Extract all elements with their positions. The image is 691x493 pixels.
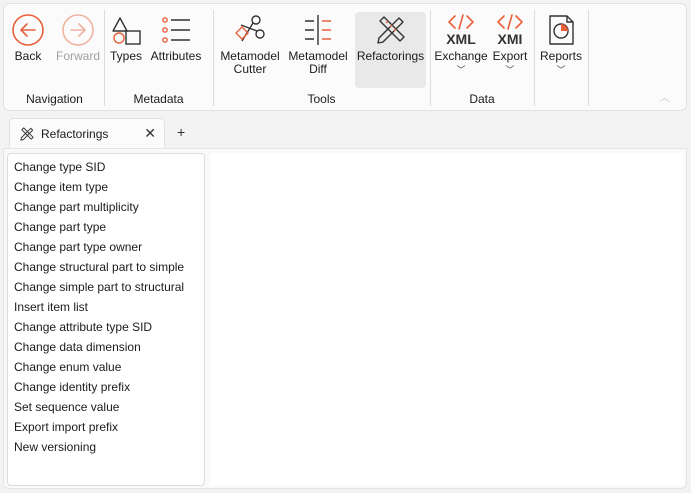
back-button[interactable]: Back [10, 12, 46, 63]
diff-icon [300, 12, 336, 48]
attributes-button[interactable]: Attributes [148, 12, 204, 63]
data-group-label: Data [469, 92, 495, 106]
list-item[interactable]: New versioning [8, 437, 204, 457]
export-label: Export [492, 49, 528, 63]
reports-button[interactable]: Reports ﹀ [540, 12, 582, 77]
forward-button[interactable]: Forward [54, 12, 102, 63]
list-item[interactable]: Change part type [8, 217, 204, 237]
detail-panel [210, 153, 684, 486]
metadata-group: Types Attributes Metadata [106, 8, 211, 110]
metamodel-diff-label-line2: Diff [309, 62, 327, 76]
arrow-left-circle-icon [10, 12, 46, 48]
list-item[interactable]: Change data dimension [8, 337, 204, 357]
chevron-down-icon: ﹀ [456, 65, 466, 75]
list-item[interactable]: Export import prefix [8, 417, 204, 437]
list-item[interactable]: Change item type [8, 177, 204, 197]
separator [534, 10, 535, 106]
metamodel-cutter-button[interactable]: Metamodel Cutter [219, 12, 281, 76]
exchange-button[interactable]: XML Exchange ﹀ [434, 12, 488, 77]
list-item[interactable]: Change attribute type SID [8, 317, 204, 337]
code-icon: XML [443, 12, 479, 48]
report-icon [543, 12, 579, 48]
refactorings-button[interactable]: Refactorings [355, 12, 426, 88]
navigation-group-label: Navigation [26, 92, 83, 106]
separator [430, 10, 431, 106]
shapes-icon [108, 12, 144, 48]
tools-group-label: Tools [307, 92, 336, 106]
types-label: Types [109, 49, 142, 63]
navigation-group: Back Forward Navigation [8, 8, 101, 110]
list-item[interactable]: Change identity prefix [8, 377, 204, 397]
tab-refactorings[interactable]: Refactorings ✕ [9, 118, 165, 148]
tools-group: Metamodel Cutter Metamodel Diff Refactor… [215, 8, 428, 110]
reports-group: Reports ﹀ [536, 8, 586, 110]
content-panel: Change type SID Change item type Change … [3, 148, 687, 489]
chevron-up-icon[interactable]: ︿ [659, 89, 670, 105]
exchange-label: Exchange [434, 49, 488, 63]
refactorings-label: Refactorings [356, 49, 425, 63]
xmi-text: XMI [497, 31, 523, 47]
metamodel-cutter-label-line2: Cutter [233, 62, 267, 76]
chevron-down-icon: ﹀ [505, 65, 515, 75]
list-item[interactable]: Change part type owner [8, 237, 204, 257]
data-group: XML Exchange ﹀ XMI Export ﹀ Data [432, 8, 532, 110]
forward-label: Forward [55, 49, 100, 63]
types-button[interactable]: Types [108, 12, 144, 63]
code-icon: XMI [492, 12, 528, 48]
separator [104, 10, 105, 106]
pencil-ruler-icon [19, 126, 35, 142]
tab-title: Refactorings [41, 126, 109, 141]
metadata-group-label: Metadata [133, 92, 184, 106]
list-item[interactable]: Change simple part to structural [8, 277, 204, 297]
list-item[interactable]: Change type SID [8, 157, 204, 177]
refactorings-list[interactable]: Change type SID Change item type Change … [7, 153, 205, 486]
reports-label: Reports [539, 49, 583, 63]
separator [588, 10, 589, 106]
attributes-label: Attributes [150, 49, 202, 63]
xml-text: XML [446, 31, 476, 47]
pencil-ruler-icon [373, 12, 409, 48]
arrow-right-circle-icon [60, 12, 96, 48]
scissors-icon [232, 12, 268, 48]
chevron-down-icon: ﹀ [556, 65, 566, 75]
back-label: Back [14, 49, 42, 63]
list-item[interactable]: Change enum value [8, 357, 204, 377]
close-icon[interactable]: ✕ [144, 125, 156, 142]
separator [213, 10, 214, 106]
ribbon: Back Forward Navigation Types Attributes… [3, 3, 687, 111]
add-tab-button[interactable]: + [177, 124, 185, 140]
list-item[interactable]: Change structural part to simple [8, 257, 204, 277]
export-button[interactable]: XMI Export ﹀ [490, 12, 530, 77]
list-item[interactable]: Change part multiplicity [8, 197, 204, 217]
list-item[interactable]: Insert item list [8, 297, 204, 317]
metamodel-diff-button[interactable]: Metamodel Diff [287, 12, 349, 76]
list-item[interactable]: Set sequence value [8, 397, 204, 417]
list-icon [158, 12, 194, 48]
